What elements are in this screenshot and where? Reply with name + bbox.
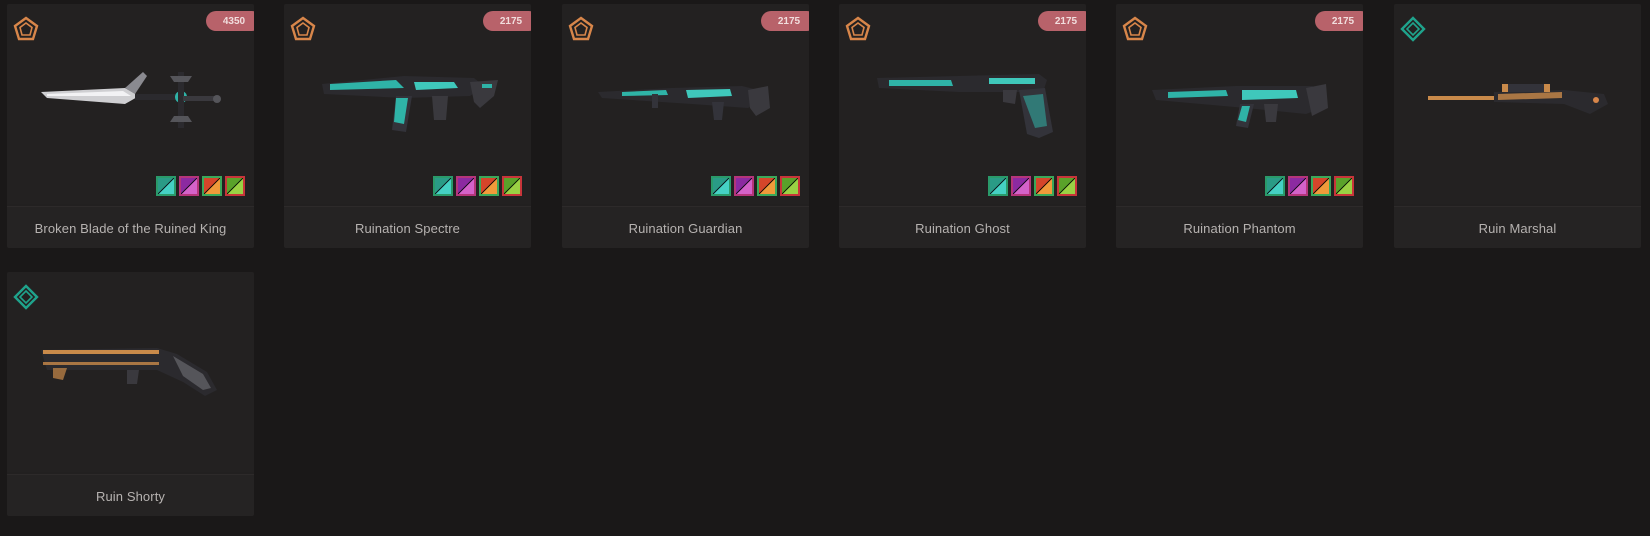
skin-image-area: 2175 <box>1116 4 1363 204</box>
price-badge: 2175 <box>761 11 809 31</box>
skin-name: Ruination Phantom <box>1116 206 1363 248</box>
diamond-tier-icon <box>1400 16 1426 42</box>
skin-name: Broken Blade of the Ruined King <box>7 206 254 248</box>
shotgun-icon <box>41 348 217 396</box>
chroma-swatch-orange[interactable] <box>1311 176 1331 196</box>
diamond-tier-icon <box>13 284 39 310</box>
skin-name: Ruin Shorty <box>7 474 254 516</box>
chroma-swatch-orange[interactable] <box>479 176 499 196</box>
chroma-swatch-green[interactable] <box>780 176 800 196</box>
skin-name: Ruin Marshal <box>1394 206 1641 248</box>
skin-card-ruination-ghost[interactable]: 2175 Ruination Ghost <box>839 4 1086 248</box>
skin-image-area <box>1394 4 1641 204</box>
chroma-swatch-teal[interactable] <box>1265 176 1285 196</box>
skin-name: Ruination Guardian <box>562 206 809 248</box>
skin-card-ruination-guardian[interactable]: 2175 Ruination Guardian <box>562 4 809 248</box>
sniper-icon <box>1428 84 1608 114</box>
skin-card-ruination-phantom[interactable]: 2175 Ruination Phantom <box>1116 4 1363 248</box>
price-badge: 2175 <box>1315 11 1363 31</box>
chroma-swatch-purple[interactable] <box>179 176 199 196</box>
chroma-swatch-green[interactable] <box>502 176 522 196</box>
pentagon-tier-icon <box>845 16 871 41</box>
chroma-swatch-purple[interactable] <box>1288 176 1308 196</box>
pentagon-tier-icon <box>290 16 316 41</box>
chroma-swatch-orange[interactable] <box>202 176 222 196</box>
skin-image-area: 4350 <box>7 4 254 204</box>
knife-icon <box>41 72 221 128</box>
price-badge: 2175 <box>1038 11 1086 31</box>
chroma-swatch-orange[interactable] <box>757 176 777 196</box>
skin-card-ruination-spectre[interactable]: 2175 Ruination Spectre <box>284 4 531 248</box>
skin-image-area: 2175 <box>562 4 809 204</box>
price-badge: 4350 <box>206 11 254 31</box>
pistol-icon <box>877 74 1053 138</box>
skin-card-ruin-marshal[interactable]: Ruin Marshal <box>1394 4 1641 248</box>
chroma-swatch-orange[interactable] <box>1034 176 1054 196</box>
pentagon-tier-icon <box>568 16 594 41</box>
chroma-swatches <box>988 176 1077 196</box>
skin-image-area: 2175 <box>284 4 531 204</box>
rifle-icon <box>1152 84 1328 128</box>
weapon-skin-grid: 4350 Broken Blade of the Ruined King 217… <box>0 0 1650 536</box>
chroma-swatches <box>433 176 522 196</box>
skin-image-area: 2175 <box>839 4 1086 204</box>
pentagon-tier-icon <box>13 16 39 41</box>
chroma-swatch-teal[interactable] <box>711 176 731 196</box>
chroma-swatch-green[interactable] <box>1057 176 1077 196</box>
chroma-swatches <box>1265 176 1354 196</box>
chroma-swatches <box>711 176 800 196</box>
smg-icon <box>322 76 498 132</box>
chroma-swatch-teal[interactable] <box>433 176 453 196</box>
chroma-swatch-green[interactable] <box>1334 176 1354 196</box>
chroma-swatch-green[interactable] <box>225 176 245 196</box>
chroma-swatch-teal[interactable] <box>988 176 1008 196</box>
skin-name: Ruination Spectre <box>284 206 531 248</box>
price-badge: 2175 <box>483 11 531 31</box>
pentagon-tier-icon <box>1122 16 1148 41</box>
skin-image-area <box>7 272 254 472</box>
skin-name: Ruination Ghost <box>839 206 1086 248</box>
rifle-icon <box>598 86 770 120</box>
skin-card-ruin-shorty[interactable]: Ruin Shorty <box>7 272 254 516</box>
chroma-swatch-purple[interactable] <box>1011 176 1031 196</box>
chroma-swatch-purple[interactable] <box>734 176 754 196</box>
skin-card-broken-blade[interactable]: 4350 Broken Blade of the Ruined King <box>7 4 254 248</box>
chroma-swatch-teal[interactable] <box>156 176 176 196</box>
chroma-swatch-purple[interactable] <box>456 176 476 196</box>
chroma-swatches <box>156 176 245 196</box>
